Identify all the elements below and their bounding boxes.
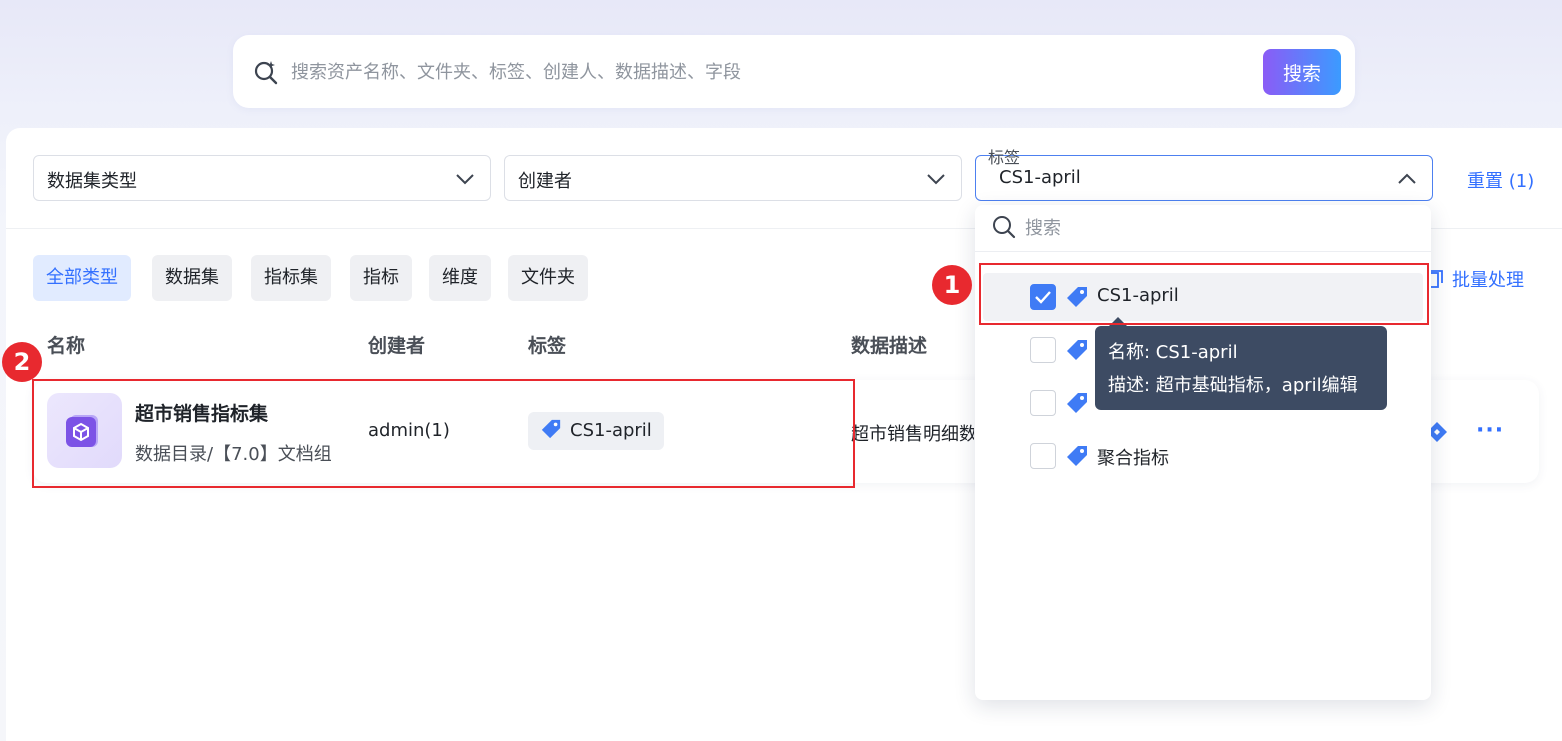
tag-select[interactable]: 标签 CS1-april xyxy=(975,144,1433,201)
header-tag: 标签 xyxy=(528,335,567,357)
annotation-box-1 xyxy=(979,263,1429,325)
chevron-down-icon xyxy=(927,174,945,185)
type-tab-all[interactable]: 全部类型 xyxy=(33,255,131,301)
tooltip-name: 名称: CS1-april xyxy=(1108,342,1238,363)
tag-icon xyxy=(1067,446,1087,466)
batch-action[interactable]: 批量处理 xyxy=(1424,266,1524,292)
header-creator: 创建者 xyxy=(368,335,426,357)
chevron-down-icon xyxy=(456,174,474,185)
type-tab-dataset[interactable]: 数据集 xyxy=(152,255,232,301)
global-search-bar: 搜索 xyxy=(233,35,1355,108)
tag-select-label: 标签 xyxy=(986,144,1023,168)
type-tab-dimension[interactable]: 维度 xyxy=(429,255,491,301)
chevron-up-icon xyxy=(1398,173,1416,184)
annotation-marker-2: 2 xyxy=(2,342,42,382)
description-cell: 超市销售明细数 xyxy=(851,424,974,445)
creator-select-text: 创建者 xyxy=(518,171,572,192)
type-tab-folder[interactable]: 文件夹 xyxy=(508,255,588,301)
batch-label: 批量处理 xyxy=(1452,270,1524,291)
option-checkbox[interactable] xyxy=(1030,337,1056,363)
more-icon[interactable]: ··· xyxy=(1476,418,1504,443)
dataset-type-select-text: 数据集类型 xyxy=(47,171,137,192)
search-icon xyxy=(993,216,1016,239)
type-tab-metric[interactable]: 指标 xyxy=(350,255,412,301)
tooltip-description: 描述: 超市基础指标，april编辑 xyxy=(1108,375,1358,396)
tag-tooltip: 名称: CS1-april 描述: 超市基础指标，april编辑 xyxy=(1095,326,1387,410)
header-description: 数据描述 xyxy=(851,335,928,357)
option-checkbox[interactable] xyxy=(1030,390,1056,416)
tag-icon xyxy=(1067,340,1087,360)
reset-filters-link[interactable]: 重置 (1) xyxy=(1467,167,1534,193)
tag-icon xyxy=(1067,393,1087,413)
dropdown-search-input[interactable] xyxy=(1025,213,1405,243)
annotation-box-2 xyxy=(32,379,855,488)
annotation-marker-1: 1 xyxy=(932,265,972,305)
type-tab-metric-set[interactable]: 指标集 xyxy=(251,255,331,301)
option-checkbox[interactable] xyxy=(1030,443,1056,469)
dropdown-search xyxy=(975,205,1431,252)
header-name: 名称 xyxy=(47,335,86,357)
tag-select-value: CS1-april xyxy=(999,167,1081,188)
creator-select[interactable]: 创建者 xyxy=(504,155,962,201)
search-sparkle-icon xyxy=(254,61,278,85)
search-button[interactable]: 搜索 xyxy=(1263,49,1341,95)
search-input[interactable] xyxy=(291,55,1191,89)
dataset-type-select[interactable]: 数据集类型 xyxy=(33,155,491,201)
option-label: 聚合指标 xyxy=(1097,448,1169,469)
tag-option-aggregate-metric[interactable]: 聚合指标 xyxy=(983,432,1423,480)
